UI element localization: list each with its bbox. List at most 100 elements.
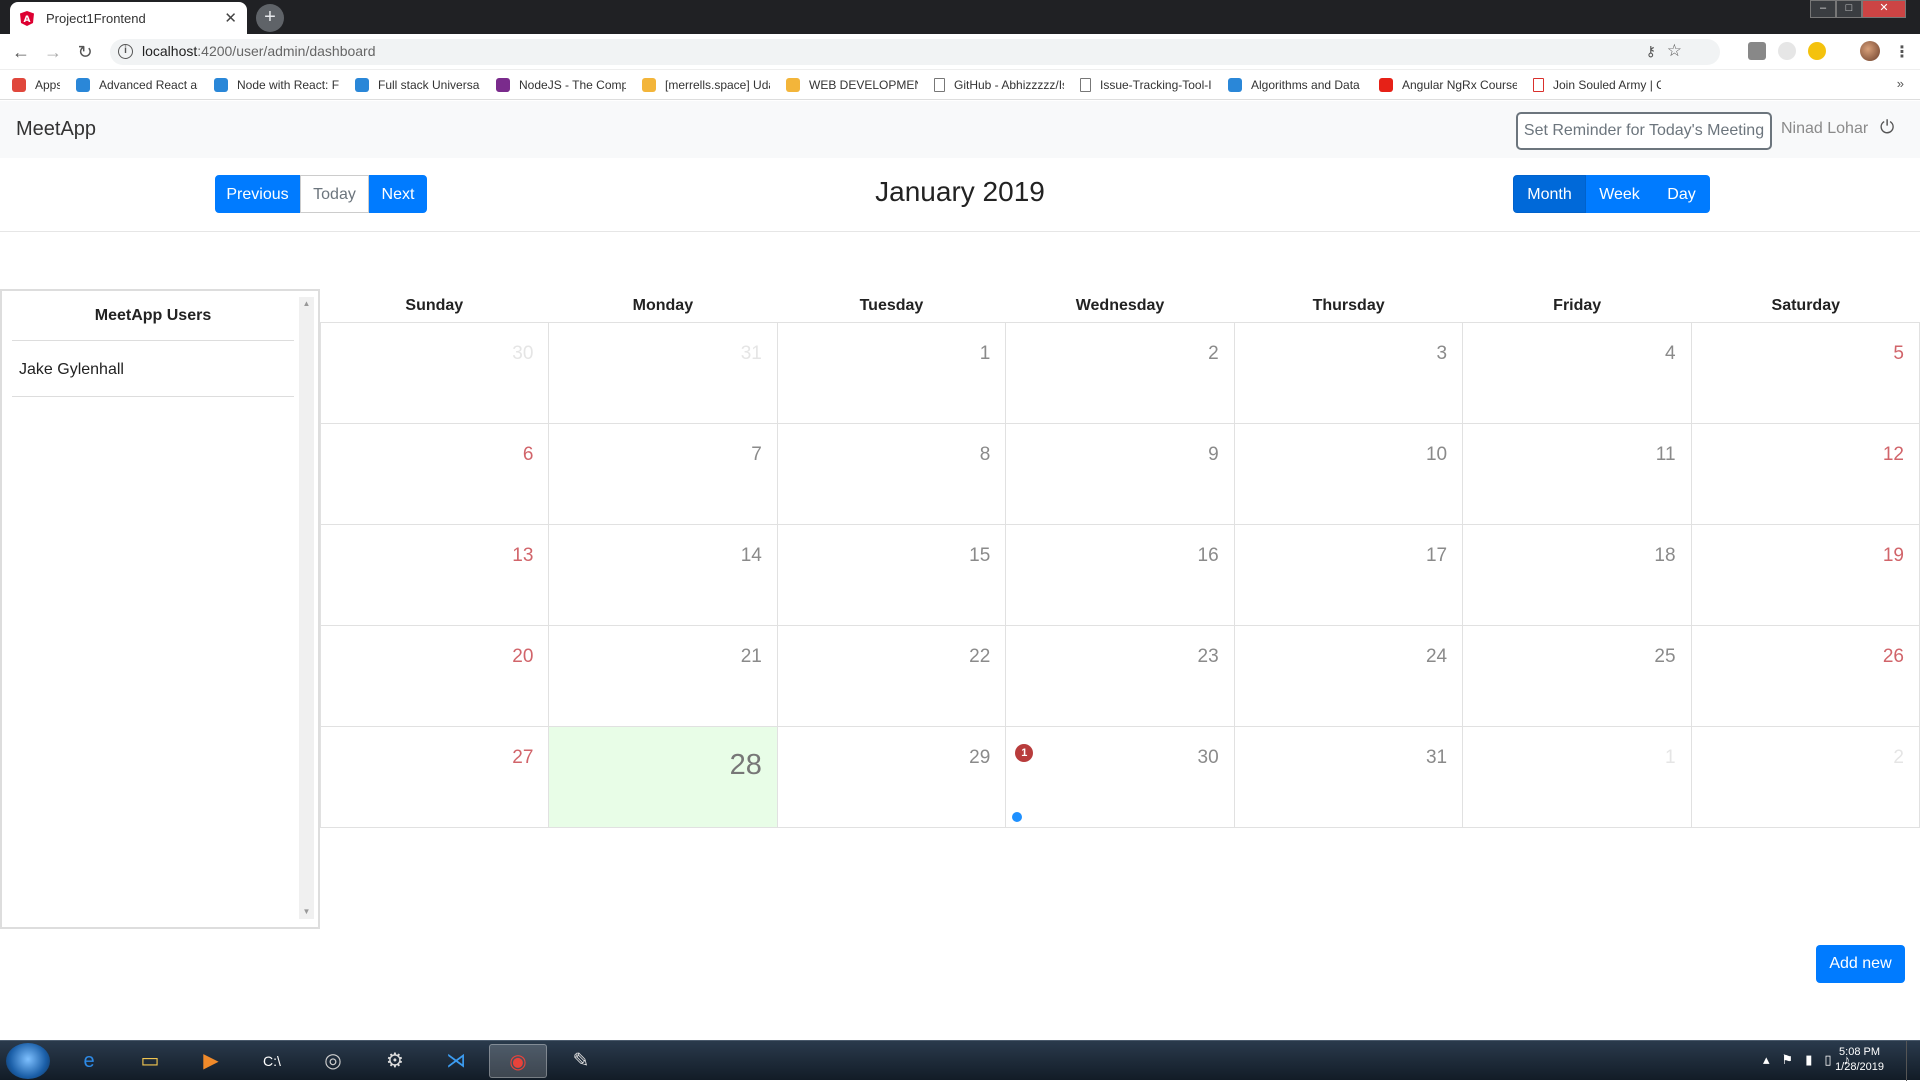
day-cell[interactable]: 4 [1462,323,1690,423]
day-cell[interactable]: 29 [776,727,1005,827]
day-number: 14 [740,545,762,566]
day-number: 20 [512,646,534,667]
day-cell[interactable]: 17 [1233,525,1462,625]
key-icon[interactable]: ⚷ [1646,43,1656,60]
more-bookmarks-icon[interactable]: » [1897,76,1904,91]
month-view-button[interactable]: Month [1513,175,1586,213]
day-cell[interactable]: 13 [320,525,548,625]
internet-explorer-icon[interactable]: e [60,1044,118,1078]
day-cell[interactable]: 25 [1462,626,1690,726]
show-desktop-button[interactable] [1906,1041,1920,1081]
bookmark-item[interactable]: Node with React: Full [214,77,339,92]
bookmark-item[interactable]: Join Souled Army | C [1533,77,1661,92]
day-cell[interactable]: 5 [1690,323,1920,423]
logout-power-icon[interactable]: ⏻ [1880,117,1894,138]
address-bar[interactable]: i localhost:4200/user/admin/dashboard ⚷ … [110,39,1720,65]
close-tab-icon[interactable]: ✕ [224,9,237,27]
day-cell[interactable]: 12 [1690,424,1920,524]
power-icon[interactable]: ▯ [1824,1052,1831,1068]
app-brand[interactable]: MeetApp [16,118,96,141]
day-cell[interactable]: 30 [320,323,548,423]
bookmark-item[interactable]: Angular NgRx Course [1379,77,1517,92]
day-cell[interactable]: 1 [1462,727,1690,827]
bookmark-item[interactable]: Apps [12,77,60,92]
user-list-item[interactable]: Jake Gylenhall [12,342,294,397]
day-cell[interactable]: 16 [1005,525,1233,625]
day-cell[interactable]: 2 [1005,323,1233,423]
day-cell[interactable]: 10 [1233,424,1462,524]
steam-icon[interactable]: ⚙ [366,1044,424,1078]
extension-icon[interactable] [1748,42,1766,60]
network-icon[interactable]: ▮ [1805,1052,1812,1068]
browser-tab[interactable]: A Project1Frontend ✕ [10,2,247,34]
day-cell[interactable]: 22 [776,626,1005,726]
command-prompt-icon[interactable]: C:\ [243,1044,301,1078]
day-cell[interactable]: 26 [1690,626,1920,726]
day-cell[interactable]: 27 [320,727,548,827]
day-cell[interactable]: 11 [1462,424,1690,524]
day-cell[interactable]: 23 [1005,626,1233,726]
event-dot[interactable] [1012,812,1023,822]
add-new-button[interactable]: Add new [1816,945,1905,983]
day-cell[interactable]: 31 [1233,727,1462,827]
show-hidden-icons-icon[interactable]: ▴ [1763,1052,1770,1068]
reload-icon[interactable]: ↻ [74,41,96,63]
paint-icon[interactable]: ✎ [552,1044,610,1078]
back-icon[interactable]: ← [10,41,32,63]
extension-icon[interactable] [1778,42,1796,60]
close-window-icon[interactable]: ✕ [1862,0,1906,18]
visual-studio-code-icon[interactable]: ⋊ [427,1044,485,1078]
app-swirl-icon[interactable]: ◎ [304,1044,362,1078]
chrome-menu-icon[interactable]: ⋮ [1894,42,1910,62]
previous-button[interactable]: Previous [215,175,300,213]
week-view-button[interactable]: Week [1586,175,1653,213]
day-cell[interactable]: 2 [1690,727,1920,827]
users-scrollbar[interactable]: ▲ ▼ [299,297,314,919]
day-cell[interactable]: 15 [776,525,1005,625]
day-cell[interactable]: 6 [320,424,548,524]
bookmark-item[interactable]: Algorithms and Data [1228,77,1363,92]
day-cell-today[interactable]: 28 [548,727,777,827]
file-explorer-icon[interactable]: ▭ [121,1044,179,1078]
bookmark-item[interactable]: NodeJS - The Comple [496,77,626,92]
day-cell[interactable]: 7 [548,424,776,524]
day-cell[interactable]: 9 [1005,424,1233,524]
minimize-icon[interactable]: – [1810,0,1836,18]
media-player-icon[interactable]: ▶ [182,1044,240,1078]
day-view-button[interactable]: Day [1653,175,1710,213]
day-cell[interactable]: 14 [548,525,776,625]
day-cell[interactable]: 1 [776,323,1005,423]
site-info-icon[interactable]: i [118,44,133,59]
bookmark-item[interactable]: Full stack Universal R [355,77,480,92]
day-cell[interactable]: 19 [1690,525,1920,625]
bookmark-item[interactable]: Issue-Tracking-Tool-I [1080,77,1212,92]
forward-icon[interactable]: → [42,41,64,63]
profile-avatar[interactable] [1860,41,1880,61]
next-button[interactable]: Next [369,175,427,213]
day-cell[interactable]: 24 [1233,626,1462,726]
extension-icon[interactable] [1808,42,1826,60]
new-tab-button[interactable]: + [256,4,284,32]
start-button[interactable] [6,1043,50,1079]
day-cell[interactable]: 20 [320,626,548,726]
scroll-down-icon[interactable]: ▼ [299,905,314,919]
day-cell[interactable]: 30 1 [1005,727,1233,827]
maximize-icon[interactable]: □ [1836,0,1862,18]
system-clock[interactable]: 5:08 PM 1/28/2019 [1835,1045,1884,1075]
day-cell[interactable]: 21 [548,626,776,726]
day-cell[interactable]: 31 [548,323,776,423]
bookmark-item[interactable]: Advanced React and [76,77,198,92]
bookmark-star-icon[interactable]: ☆ [1667,41,1682,61]
chrome-icon[interactable]: ◉ [489,1044,547,1078]
day-cell[interactable]: 18 [1462,525,1690,625]
set-reminder-button[interactable]: Set Reminder for Today's Meeting [1516,112,1772,150]
day-cell[interactable]: 8 [776,424,1005,524]
bookmark-item[interactable]: [merrells.space] Udac [642,77,770,92]
action-center-flag-icon[interactable]: ⚑ [1782,1052,1794,1068]
bookmark-item[interactable]: GitHub - Abhizzzzz/Is [934,77,1064,92]
bookmark-item[interactable]: WEB DEVELOPMENT [786,77,918,92]
event-count-badge[interactable]: 1 [1015,744,1034,762]
scroll-up-icon[interactable]: ▲ [299,297,314,311]
day-cell[interactable]: 3 [1233,323,1462,423]
today-button[interactable]: Today [300,175,369,213]
